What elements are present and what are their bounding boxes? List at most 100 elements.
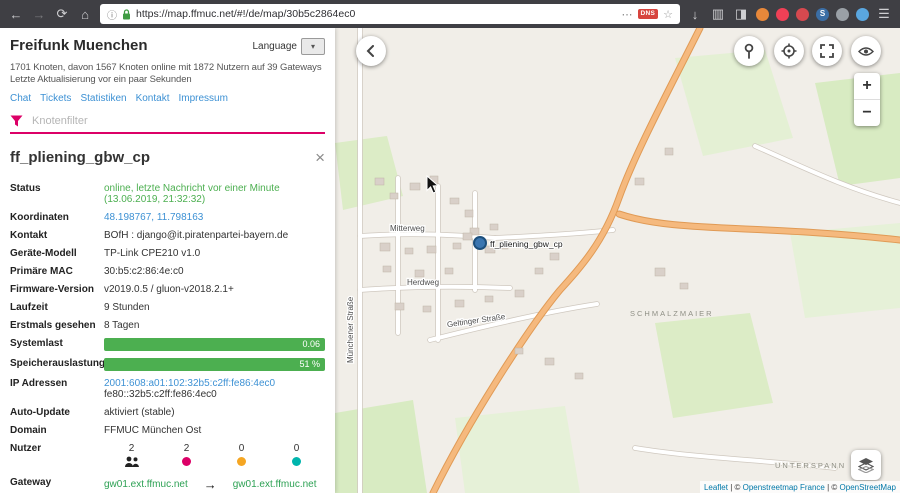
- download-icon[interactable]: ↓: [687, 7, 703, 22]
- map-canvas[interactable]: Mitterweg Herdweg Münchener Straße Gelti…: [335, 28, 900, 493]
- row-status: Status online, letzte Nachricht vor eine…: [10, 179, 325, 208]
- gateway-hop-link[interactable]: gw01.ext.ffmuc.net: [104, 479, 188, 490]
- map-nightmode-button[interactable]: [851, 36, 881, 66]
- osm-link[interactable]: OpenStreetMap: [840, 483, 896, 492]
- gateway-arrow-icon: →: [203, 476, 217, 492]
- library-icon[interactable]: ▥: [710, 6, 726, 22]
- extension-blue-icon[interactable]: [856, 7, 869, 21]
- site-info-icon[interactable]: ⓘ: [107, 7, 117, 22]
- fullscreen-icon: [820, 44, 834, 58]
- map-locate-button[interactable]: [774, 36, 804, 66]
- reload-icon[interactable]: ⟳: [54, 6, 70, 22]
- load-bar: 0.06: [104, 337, 325, 351]
- dns-badge[interactable]: DNS: [637, 9, 659, 19]
- row-kontakt: Kontakt BOfH : django@it.piratenpartei-b…: [10, 226, 325, 244]
- row-ip: IP Adressen 2001:608:a01:102:32b5:c2ff:f…: [10, 374, 325, 403]
- url-bar[interactable]: ⓘ https://map.ffmuc.net/#!/de/map/30b5c2…: [100, 4, 680, 24]
- firmware-value: v2019.0.5 / gluon-v2018.2.1+: [104, 283, 234, 295]
- map-fullscreen-button[interactable]: [812, 36, 842, 66]
- node-marker[interactable]: [473, 236, 487, 250]
- extension-gray-icon[interactable]: [836, 7, 849, 21]
- row-systemlast: Systemlast 0.06: [10, 334, 325, 354]
- osmfr-link[interactable]: Openstreetmap France: [743, 483, 825, 492]
- forward-icon[interactable]: →: [31, 7, 47, 22]
- row-firmware: Firmware-Version v2019.0.5 / gluon-v2018…: [10, 280, 325, 298]
- bookmark-star-icon[interactable]: ☆: [663, 8, 673, 21]
- pin-icon: [744, 43, 754, 59]
- sidebar-panel: Freifunk Muenchen Language ▾ 1701 Knoten…: [0, 28, 335, 493]
- last-update-line: Letzte Aktualisierung vor ein paar Sekun…: [10, 74, 192, 85]
- node-title: ff_pliening_gbw_cp: [10, 149, 151, 166]
- sidebar-toggle-icon[interactable]: ◨: [733, 6, 749, 22]
- row-autoupdate: Auto-Update aktiviert (stable): [10, 403, 325, 421]
- link-impressum[interactable]: Impressum: [179, 93, 228, 104]
- close-icon[interactable]: ×: [315, 149, 325, 166]
- map-pin-button[interactable]: [734, 36, 764, 66]
- memory-bar: 51 %: [104, 357, 325, 371]
- clients-other-dot: [292, 456, 301, 466]
- map-layers-button[interactable]: [851, 450, 881, 480]
- extension-s-icon[interactable]: S: [816, 7, 829, 21]
- app-title: Freifunk Muenchen: [10, 37, 148, 54]
- row-mac: Primäre MAC 30:b5:c2:86:4e:c0: [10, 262, 325, 280]
- contact-value: BOfH : django@it.piratenpartei-bayern.de: [104, 229, 289, 241]
- firstseen-value: 8 Tagen: [104, 319, 140, 331]
- ip-local-value: fe80::32b5:c2ff:fe86:4ec0: [104, 388, 217, 400]
- ip-global-link[interactable]: 2001:608:a01:102:32b5:c2ff:fe86:4ec0: [104, 378, 275, 389]
- language-label: Language: [252, 41, 298, 52]
- nav-links: Chat Tickets Statistiken Kontakt Impress…: [10, 93, 325, 104]
- node-marker-label: ff_pliening_gbw_cp: [490, 239, 563, 249]
- link-statistiken[interactable]: Statistiken: [80, 93, 126, 104]
- extension-orange-icon[interactable]: [756, 7, 769, 21]
- street-label: Münchener Straße: [346, 296, 355, 363]
- zoom-control: + −: [854, 73, 880, 126]
- extension-pocket-icon[interactable]: [776, 7, 789, 21]
- row-domain: Domain FFMUC München Ost: [10, 421, 325, 439]
- link-chat[interactable]: Chat: [10, 93, 31, 104]
- street-label: Mitterweg: [390, 224, 425, 233]
- place-label: UNTERSPANN: [775, 461, 846, 470]
- leaflet-link[interactable]: Leaflet: [704, 483, 728, 492]
- link-kontakt[interactable]: Kontakt: [136, 93, 170, 104]
- extension-red-icon[interactable]: [796, 7, 809, 21]
- link-tickets[interactable]: Tickets: [40, 93, 71, 104]
- status-value: online, letzte Nachricht vor einer Minut…: [104, 182, 280, 205]
- row-gateway: Gateway gw01.ext.ffmuc.net → gw01.ext.ff…: [10, 476, 317, 492]
- node-filter-input[interactable]: [30, 114, 325, 128]
- coordinates-link[interactable]: 48.198767, 11.798163: [104, 212, 203, 223]
- url-text[interactable]: https://map.ffmuc.net/#!/de/map/30b5c286…: [136, 8, 617, 20]
- chevron-left-icon: [366, 45, 374, 57]
- row-nutzer: Nutzer 2 2 0 0: [10, 439, 325, 473]
- menu-icon[interactable]: ☰: [876, 6, 892, 22]
- zoom-out-button[interactable]: −: [854, 99, 880, 126]
- model-value: TP-Link CPE210 v1.0: [104, 247, 201, 259]
- node-stats-line: 1701 Knoten, davon 1567 Knoten online mi…: [10, 62, 322, 73]
- mac-value: 30:b5:c2:86:4e:c0: [104, 265, 184, 277]
- uptime-value: 9 Stunden: [104, 301, 150, 313]
- row-laufzeit: Laufzeit 9 Stunden: [10, 298, 325, 316]
- filter-funnel-icon: [10, 115, 23, 127]
- street-label: Herdweg: [407, 278, 439, 287]
- node-detail-table: Status online, letzte Nachricht vor eine…: [10, 179, 325, 493]
- map-back-button[interactable]: [356, 36, 386, 66]
- autoupdate-value: aktiviert (stable): [104, 406, 175, 418]
- language-select[interactable]: ▾: [301, 38, 325, 55]
- browser-toolbar: ← → ⟳ ⌂ ⓘ https://map.ffmuc.net/#!/de/ma…: [0, 0, 900, 28]
- gateway-target-link[interactable]: gw01.ext.ffmuc.net: [233, 479, 317, 490]
- map-attribution: Leaflet | © Openstreetmap France | © Ope…: [699, 481, 900, 493]
- row-speicher: Speicherauslastung 51 %: [10, 354, 325, 374]
- clients-icon: [124, 456, 139, 467]
- clients-wifi5-dot: [237, 456, 246, 466]
- home-icon[interactable]: ⌂: [77, 7, 93, 22]
- page-actions-icon[interactable]: ⋯: [622, 8, 633, 21]
- clients-wifi24-dot: [182, 456, 191, 466]
- domain-value: FFMUC München Ost: [104, 424, 202, 436]
- row-erstmals: Erstmals gesehen 8 Tagen: [10, 316, 325, 334]
- layers-icon: [858, 458, 874, 473]
- zoom-in-button[interactable]: +: [854, 73, 880, 99]
- clients-row: 2 2 0 0: [104, 443, 325, 470]
- mouse-cursor: [426, 175, 439, 194]
- row-koordinaten: Koordinaten 48.198767, 11.798163: [10, 211, 204, 223]
- back-icon[interactable]: ←: [8, 7, 24, 22]
- lock-icon: [123, 8, 130, 19]
